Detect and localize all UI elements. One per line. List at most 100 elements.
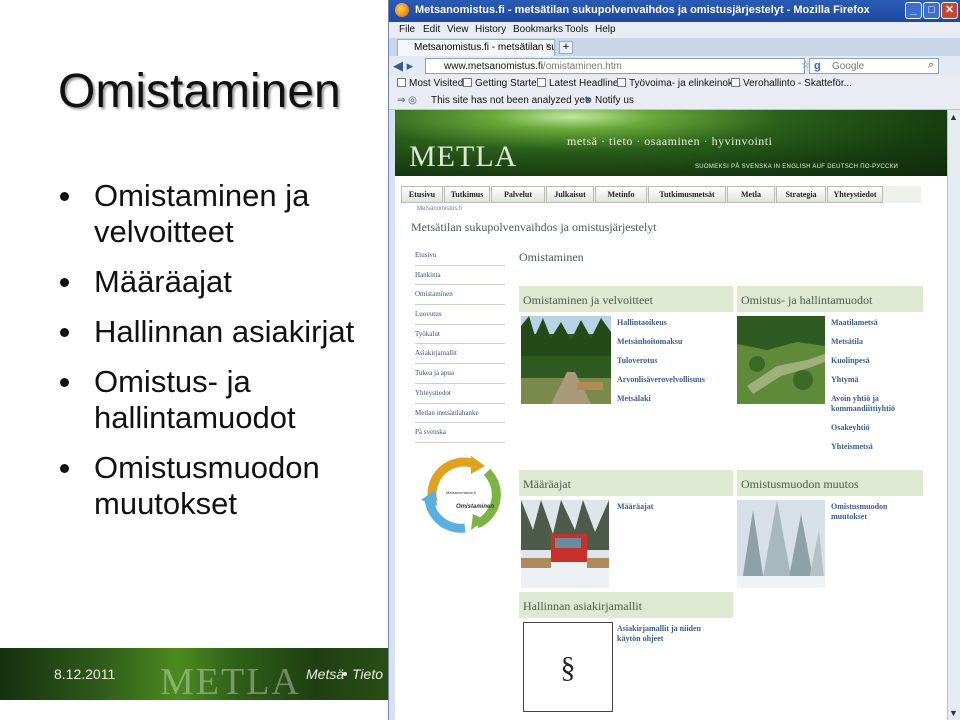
link-kuolinpesa[interactable]: Kuolinpesä — [831, 356, 895, 366]
browser-window: Metsanomistus.fi - metsätilan sukupolven… — [388, 0, 960, 720]
link-asiakirjamallit[interactable]: Asiakirjamallit ja niiden — [617, 624, 701, 634]
forest-road-photo — [521, 316, 611, 404]
nav-tutkimusmetsat[interactable]: Tutkimusmetsät — [648, 186, 726, 203]
new-tab-button[interactable]: + — [559, 41, 573, 54]
bookmarks-toolbar: Most Visited Getting Started Latest Head… — [389, 76, 960, 93]
section-heading-hallintamuodot: Omistus- ja hallintamuodot — [737, 286, 923, 312]
bullet-item: Omistaminen ja velvoitteet — [60, 178, 380, 250]
link-hallintaoikeus[interactable]: Hallintaoikeus — [617, 318, 705, 328]
bullet-item: Omistusmuodon muutokset — [60, 450, 380, 522]
bullet-dot — [60, 378, 69, 387]
nav-metinfo[interactable]: Metinfo — [595, 186, 647, 203]
nav-yhteystiedot[interactable]: Yhteystiedot — [827, 186, 883, 203]
back-arrow-icon[interactable]: ◀ ▸ — [393, 58, 413, 74]
people-icon: ☻ — [583, 95, 594, 106]
link-arvonlisavero[interactable]: Arvonlisäverovelvollisuus — [617, 375, 705, 385]
bullet-text: Omistaminen ja velvoitteet — [94, 178, 310, 249]
footer-separator — [343, 672, 347, 676]
slide-title: Omistaminen — [58, 65, 341, 118]
nav-strategia[interactable]: Strategia — [776, 186, 826, 203]
bookmark-latest-headlines[interactable]: Latest Headlines — [537, 78, 624, 89]
nav-metla[interactable]: Metla — [727, 186, 775, 203]
main-navigation: Etusivu Tutkimus Palvelut Julkaisut Meti… — [401, 186, 921, 203]
notify-us-link[interactable]: Notify us — [595, 95, 634, 106]
wot-arrow-icon[interactable]: ⇒ ◎ — [397, 95, 417, 106]
link-metsatila[interactable]: Metsätila — [831, 337, 895, 347]
menu-help[interactable]: Help — [595, 24, 616, 35]
window-titlebar[interactable]: Metsanomistus.fi - metsätilan sukupolven… — [389, 0, 960, 22]
vertical-scrollbar[interactable]: ▲ ▼ — [947, 110, 960, 720]
link-omistusmuodon[interactable]: Omistusmuodon — [831, 502, 887, 512]
section-heading-asiakirjamallit: Hallinnan asiakirjamallit — [519, 592, 733, 618]
left-menu-asiakirjamallit[interactable]: Asiakirjamallit — [415, 344, 505, 365]
navigation-bar: ◀ ▸ www.metsanomistus.fi/omistaminen.htm… — [389, 56, 960, 76]
link-yhtyma[interactable]: Yhtymä — [831, 375, 895, 385]
link-kayton-ohjeet[interactable]: käytön ohjeet — [617, 634, 701, 644]
bullet-item: Määräajat — [60, 264, 380, 300]
bookmark-most-visited[interactable]: Most Visited — [397, 78, 463, 89]
section-links-maaraajat: Määräajat — [617, 502, 653, 512]
nav-julkaisut[interactable]: Julkaisut — [546, 186, 594, 203]
menu-history[interactable]: History — [475, 24, 506, 35]
left-menu-tyokalut[interactable]: Työkalut — [415, 325, 505, 345]
nav-palvelut[interactable]: Palvelut — [491, 186, 545, 203]
metla-logo[interactable]: METLA — [409, 140, 517, 174]
link-yhteismetsa[interactable]: Yhteismetsä — [831, 442, 895, 452]
nav-tutkimus[interactable]: Tutkimus — [444, 186, 490, 203]
left-menu-hankinta[interactable]: Hankinta — [415, 266, 505, 286]
footer-tag-metsa: Metsä — [306, 666, 345, 682]
bullet-item: Hallinnan asiakirjat — [60, 314, 380, 350]
left-menu-metsatilahanke[interactable]: Metlan metsätilahanke — [415, 404, 505, 424]
scroll-up-icon[interactable]: ▲ — [949, 112, 958, 122]
google-icon: g — [814, 60, 821, 72]
menu-view[interactable]: View — [447, 24, 469, 35]
link-maatilametsa[interactable]: Maatilametsä — [831, 318, 895, 328]
left-menu-yhteystiedot[interactable]: Yhteystiedot — [415, 384, 505, 404]
scroll-down-icon[interactable]: ▼ — [949, 708, 958, 718]
window-title: Metsanomistus.fi - metsätilan sukupolven… — [415, 4, 870, 16]
left-menu-luovutus[interactable]: Luovutus — [415, 305, 505, 325]
bookmark-tyovoima[interactable]: Työvoima- ja elinkeinok... — [617, 78, 741, 89]
bookmark-verohallinto[interactable]: Verohallinto - Skatteför... — [731, 78, 852, 89]
menu-bookmarks[interactable]: Bookmarks — [513, 24, 563, 35]
presentation-slide: { "slide": { "title": "Omistaminen", "bu… — [0, 0, 960, 720]
tab-active[interactable]: Metsanomistus.fi - metsätilan suku... × — [397, 39, 555, 56]
breadcrumb[interactable]: Metsanomistus.fi — [417, 206, 462, 212]
firefox-icon — [395, 3, 409, 17]
minimize-button[interactable]: _ — [905, 2, 922, 19]
menu-bar: File Edit View History Bookmarks Tools H… — [389, 22, 960, 38]
search-placeholder: Google — [832, 61, 865, 72]
link-kommandiittiyhtio[interactable]: kommandiittiyhtiö — [831, 404, 895, 414]
search-icon[interactable]: ⌕ — [928, 59, 934, 72]
left-menu-tukea[interactable]: Tukea ja apua — [415, 364, 505, 384]
link-muutokset[interactable]: muutokset — [831, 512, 887, 522]
bookmark-icon — [397, 78, 406, 87]
address-bar[interactable]: www.metsanomistus.fi/omistaminen.htm ☆ ▾… — [425, 58, 827, 74]
link-maaraajat[interactable]: Määräajat — [617, 502, 653, 512]
timber-truck-photo — [521, 500, 609, 588]
close-button[interactable]: ✕ — [941, 2, 958, 19]
nav-etusivu[interactable]: Etusivu — [401, 186, 443, 203]
link-avoin-yhtio[interactable]: Avoin yhtiö ja — [831, 394, 895, 404]
menu-edit[interactable]: Edit — [423, 24, 440, 35]
page-icon — [617, 78, 626, 87]
link-tuloverotus[interactable]: Tuloverotus — [617, 356, 705, 366]
tab-close-icon[interactable]: × — [545, 41, 551, 52]
left-menu-omistaminen[interactable]: Omistaminen — [415, 285, 505, 306]
maximize-button[interactable]: □ — [923, 2, 940, 19]
search-input[interactable]: g Google ⌕ — [809, 58, 939, 74]
bookmark-getting-started[interactable]: Getting Started — [463, 78, 542, 89]
link-metsanhoitomaksu[interactable]: Metsänhoitomaksu — [617, 337, 705, 347]
page-viewport: METLA metsä · tieto · osaaminen · hyvinv… — [395, 110, 947, 720]
link-osakeyhtio[interactable]: Osakeyhtiö — [831, 423, 895, 433]
language-links[interactable]: SUOMEKSI PÅ SVENSKA IN ENGLISH AUF DEUTS… — [695, 164, 898, 170]
url-path: /omistaminen.htm — [542, 61, 622, 72]
left-menu: Etusivu Hankinta Omistaminen Luovutus Ty… — [415, 246, 505, 443]
wot-status: This site has not been analyzed yet — [431, 95, 588, 106]
menu-file[interactable]: File — [399, 24, 415, 35]
left-menu-etusivu[interactable]: Etusivu — [415, 246, 505, 266]
menu-tools[interactable]: Tools — [565, 24, 588, 35]
bullet-dot — [60, 192, 69, 201]
left-menu-pa-svenska[interactable]: På svenska — [415, 423, 505, 443]
link-metsalaki[interactable]: Metsälaki — [617, 394, 705, 404]
